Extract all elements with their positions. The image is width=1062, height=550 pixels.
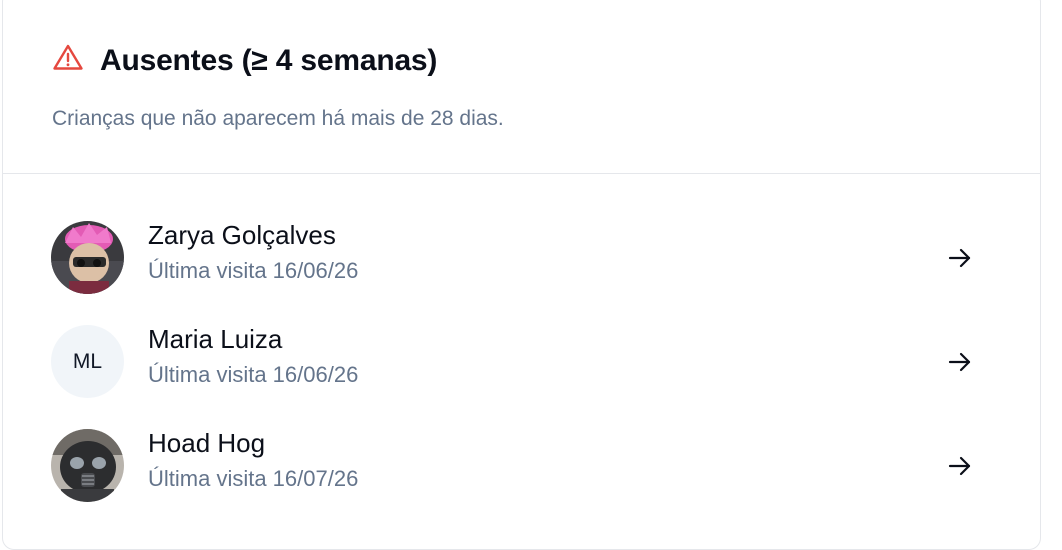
child-name: Maria Luiza: [148, 324, 283, 354]
last-visit-text: Última visita 16/07/26: [148, 466, 359, 491]
arrow-right-icon[interactable]: [947, 247, 973, 269]
child-row[interactable]: Zarya Golçalves Última visita 16/06/26: [3, 207, 1040, 311]
alert-triangle-icon: [53, 44, 83, 70]
avatar: [51, 429, 124, 502]
child-name: Hoad Hog: [148, 428, 266, 458]
child-name: Zarya Golçalves: [148, 220, 336, 250]
card-title: Ausentes (≥ 4 semanas): [100, 44, 438, 77]
card-header: Ausentes (≥ 4 semanas) Crianças que não …: [3, 1, 1040, 174]
arrow-right-icon[interactable]: [947, 351, 973, 373]
avatar: [51, 221, 124, 294]
avatar-initials: ML: [51, 325, 124, 398]
last-visit-text: Última visita 16/06/26: [148, 362, 359, 387]
absent-children-card: Ausentes (≥ 4 semanas) Crianças que não …: [2, 0, 1041, 550]
avatar-photo: [51, 221, 124, 294]
avatar-photo: [51, 429, 124, 502]
card-subtitle: Crianças que não aparecem há mais de 28 …: [52, 107, 504, 130]
child-row[interactable]: Hoad Hog Última visita 16/07/26: [3, 415, 1040, 519]
arrow-right-icon[interactable]: [947, 455, 973, 477]
last-visit-text: Última visita 16/06/26: [148, 258, 359, 283]
child-row[interactable]: ML Maria Luiza Última visita 16/06/26: [3, 311, 1040, 415]
